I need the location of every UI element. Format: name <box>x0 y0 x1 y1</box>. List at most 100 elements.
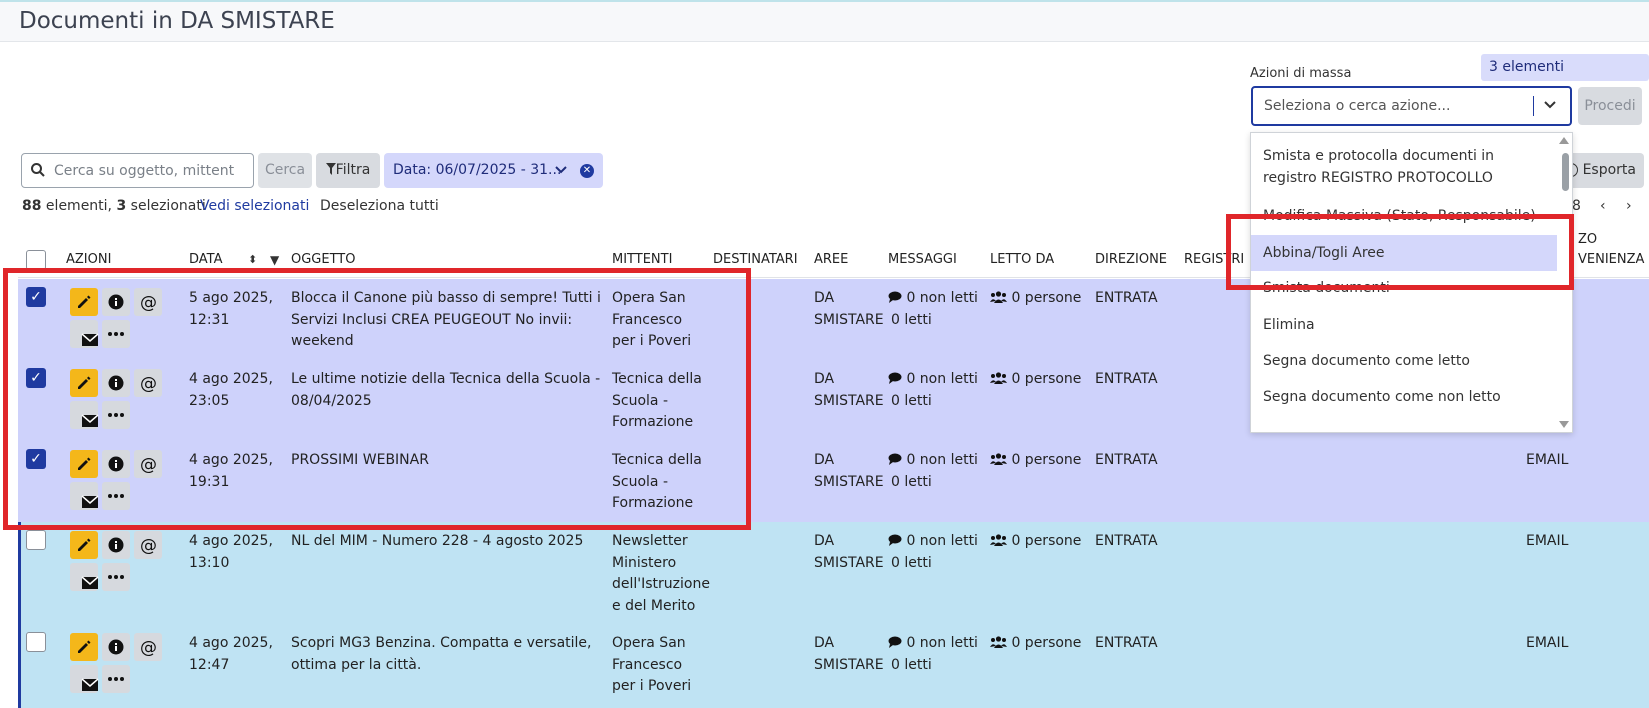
col-registri: REGISTRI <box>1184 252 1245 267</box>
email-address-button[interactable]: @ <box>134 288 162 316</box>
procedi-button[interactable]: Procedi <box>1578 87 1642 125</box>
info-button[interactable] <box>102 531 130 559</box>
non-letti: 0 non letti <box>906 635 978 651</box>
search-input[interactable] <box>52 160 247 182</box>
option-abbina-togli-aree[interactable]: Abbina/Togli Aree <box>1251 235 1557 271</box>
letto-da-cell[interactable]: 0 persone <box>990 633 1090 655</box>
option-smista-protocolla[interactable]: Smista e protocolla documenti in registr… <box>1251 145 1557 189</box>
row-checkbox[interactable]: ✓ <box>26 449 46 469</box>
prev-page-button[interactable]: ‹ <box>1600 198 1606 214</box>
letto-da-cell[interactable]: 0 persone <box>990 531 1090 553</box>
row-checkbox[interactable]: ✓ <box>26 368 46 388</box>
info-button[interactable] <box>102 633 130 661</box>
comment-icon <box>888 291 902 303</box>
letti: 0 letti <box>891 554 932 571</box>
direzione-cell: ENTRATA <box>1095 452 1158 468</box>
count-suffix: elementi, <box>41 198 117 214</box>
edit-button[interactable] <box>70 633 98 661</box>
oggetto-cell[interactable]: Scopri MG3 Benzina. Compatta e versatile… <box>291 633 609 676</box>
oggetto-line: 08/04/2025 <box>291 392 372 409</box>
mittenti-line: dell'Istruzione <box>612 576 710 592</box>
edit-button[interactable] <box>70 531 98 559</box>
row-checkbox[interactable] <box>26 530 46 550</box>
oggetto-cell[interactable]: Le ultime notizie della Tecnica della Sc… <box>291 369 609 412</box>
vedi-selezionati-link[interactable]: Vedi selezionati <box>200 198 309 214</box>
deseleziona-tutti-link[interactable]: Deseleziona tutti <box>320 198 439 214</box>
time-line: 19:31 <box>189 473 230 490</box>
edit-button[interactable] <box>70 288 98 316</box>
table-row[interactable]: @4 ago 2025, 13:10 NL del MIM - Numero 228… <box>18 522 1649 624</box>
chevron-down-icon[interactable] <box>554 163 568 177</box>
time-line: 12:31 <box>189 311 230 328</box>
scroll-down-arrow[interactable] <box>1559 421 1569 428</box>
option-segna-non-letto[interactable]: Segna documento come non letto <box>1251 386 1557 408</box>
cerca-button[interactable]: Cerca <box>258 153 312 188</box>
letto-da-cell[interactable]: 0 persone <box>990 288 1090 310</box>
table-row[interactable]: ✓ @4 ago 2025, 19:31 PROSSIMI WEBINAR Tecnic… <box>18 441 1649 522</box>
persone: 0 persone <box>1011 290 1082 306</box>
option-modifica-massiva[interactable]: Modifica Massiva (Stato, Responsabile) <box>1251 205 1557 227</box>
svg-text:@: @ <box>140 638 157 656</box>
messaggi-cell: 0 non letti 0 letti <box>888 531 988 574</box>
date-line: 4 ago 2025, <box>189 371 273 387</box>
selected-suffix: selezionati <box>126 198 206 214</box>
direzione-cell: ENTRATA <box>1095 635 1158 651</box>
filter-icon[interactable]: ▼ <box>270 253 279 267</box>
sort-icon[interactable]: ⬍ <box>248 253 257 266</box>
option-smista-documenti[interactable]: Smista documenti <box>1251 277 1557 299</box>
mail-button[interactable] <box>70 320 99 348</box>
search-box[interactable] <box>21 153 254 188</box>
row-checkbox[interactable] <box>26 632 46 652</box>
select-all-checkbox[interactable] <box>26 250 46 270</box>
chevron-down-icon[interactable] <box>1540 94 1560 116</box>
select-separator <box>1533 96 1534 116</box>
more-button[interactable] <box>102 563 130 591</box>
email-address-button[interactable]: @ <box>134 450 162 478</box>
more-button[interactable] <box>102 482 130 510</box>
info-button[interactable] <box>102 450 130 478</box>
email-address-button[interactable]: @ <box>134 531 162 559</box>
email-address-button[interactable]: @ <box>134 369 162 397</box>
mass-actions-dropdown[interactable]: Smista e protocolla documenti in registr… <box>1250 132 1573 433</box>
oggetto-cell[interactable]: NL del MIM - Numero 228 - 4 agosto 2025 <box>291 531 609 553</box>
oggetto-line: Servizi Inclusi CREA PEUGEOUT No invii: <box>291 311 573 328</box>
edit-button[interactable] <box>70 369 98 397</box>
edit-button[interactable] <box>70 450 98 478</box>
date-cell: 4 ago 2025, 23:05 <box>189 369 274 412</box>
filtra-button[interactable]: Filtra <box>316 153 380 188</box>
mass-actions-placeholder: Seleziona o cerca azione... <box>1264 98 1451 114</box>
info-button[interactable] <box>102 369 130 397</box>
col-data[interactable]: DATA <box>189 252 223 267</box>
col-oggetto: OGGETTO <box>291 252 356 267</box>
oggetto-cell[interactable]: PROSSIMI WEBINAR <box>291 450 609 472</box>
aree-line: DA <box>814 452 835 468</box>
col-provenienza: VENIENZA <box>1578 252 1645 267</box>
letto-da-cell[interactable]: 0 persone <box>990 369 1090 391</box>
info-button[interactable] <box>102 288 130 316</box>
oggetto-cell[interactable]: Blocca il Canone più basso di sempre! Tu… <box>291 288 609 353</box>
option-segna-letto[interactable]: Segna documento come letto <box>1251 350 1557 372</box>
letto-da-cell[interactable]: 0 persone <box>990 450 1090 472</box>
dropdown-scrollbar[interactable] <box>1562 153 1569 191</box>
more-button[interactable] <box>102 320 130 348</box>
scroll-up-arrow[interactable] <box>1559 137 1569 144</box>
mittenti-cell: Opera San Francesco per i Poveri <box>612 633 712 698</box>
mail-button[interactable] <box>70 482 99 510</box>
close-circle-icon[interactable]: ✕ <box>580 164 594 178</box>
aree-cell: DA SMISTARE <box>814 369 884 412</box>
mail-button[interactable] <box>70 401 99 429</box>
letti: 0 letti <box>891 656 932 673</box>
next-page-button[interactable]: › <box>1626 198 1632 214</box>
more-button[interactable] <box>102 401 130 429</box>
mass-actions-select[interactable]: Seleziona o cerca azione... <box>1251 86 1572 126</box>
more-button[interactable] <box>102 665 130 693</box>
date-filter-chip[interactable]: Data: 06/07/2025 - 31... ✕ <box>384 153 603 188</box>
option-elimina[interactable]: Elimina <box>1251 314 1557 336</box>
email-address-button[interactable]: @ <box>134 633 162 661</box>
mail-button[interactable] <box>70 563 99 591</box>
table-row[interactable]: @4 ago 2025, 12:47 Scopri MG3 Benzina. Com… <box>18 624 1649 708</box>
persone: 0 persone <box>1011 533 1082 549</box>
mail-button[interactable] <box>70 665 99 693</box>
row-checkbox[interactable]: ✓ <box>26 287 46 307</box>
col-provenienza-top: ZO <box>1578 232 1598 247</box>
